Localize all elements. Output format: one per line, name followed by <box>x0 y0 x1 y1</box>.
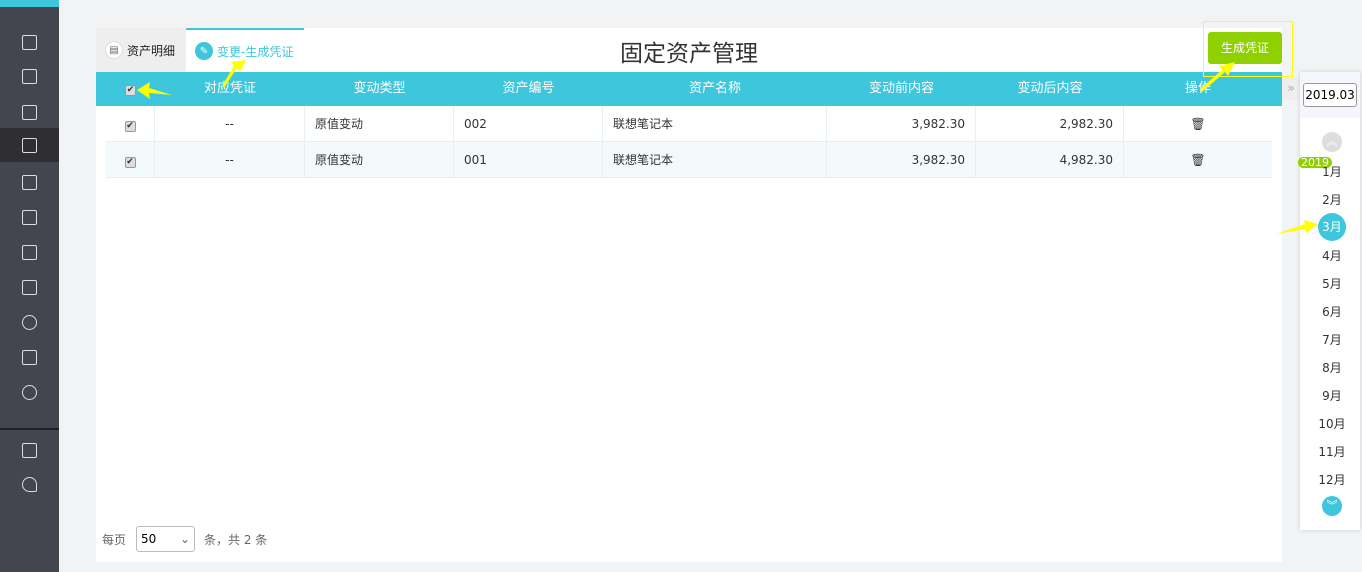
header-after: 变动后内容 <box>1017 81 1083 96</box>
generate-voucher-button[interactable]: 生成凭证 <box>1208 32 1282 64</box>
chevron-down-icon: ⌄ <box>179 532 191 546</box>
collapse-panel-button[interactable]: » <box>1282 78 1300 100</box>
header-before: 变动前内容 <box>868 81 934 96</box>
period-input[interactable]: 2019.03 <box>1303 83 1357 107</box>
chart-icon[interactable] <box>0 95 59 129</box>
cell-voucher: -- <box>155 142 305 178</box>
per-page-select[interactable]: 50 ⌄ <box>136 526 196 552</box>
invoice-icon[interactable] <box>0 59 59 93</box>
coins-icon[interactable] <box>0 305 59 339</box>
edit-icon: ✎ <box>195 42 213 60</box>
building-icon[interactable] <box>0 128 59 162</box>
cell-before: 3,982.30 <box>827 106 976 142</box>
cell-after: 4,982.30 <box>976 142 1124 178</box>
month-11[interactable]: 11月 <box>1300 443 1362 460</box>
table-header: ✔ 对应凭证 变动类型 资产编号 资产名称 变动前内容 变动后内容 操作 <box>96 72 1282 106</box>
row-checkbox[interactable]: ✔ <box>106 142 155 178</box>
export-icon[interactable] <box>0 340 59 374</box>
scroll-up-icon[interactable]: ︽ <box>1322 132 1342 152</box>
month-3[interactable]: 3月 <box>1318 213 1346 241</box>
scroll-down-icon[interactable]: ︾ <box>1322 496 1342 516</box>
report-icon[interactable] <box>0 270 59 304</box>
month-12[interactable]: 12月 <box>1300 471 1362 488</box>
select-all-checkbox[interactable]: ✔ <box>106 72 155 106</box>
total-count: 条，共 2 条 <box>204 532 268 547</box>
cell-name: 联想笔记本 <box>603 142 827 178</box>
main-panel: 固定资产管理 ▤ 资产明细 ✎ 变更-生成凭证 ✔ 对应凭证 变动类型 资产编号 资… <box>96 28 1282 562</box>
calendar-icon[interactable] <box>0 165 59 199</box>
list-icon: ▤ <box>105 41 123 59</box>
delete-icon[interactable]: 🗑 <box>1124 142 1272 178</box>
header-code: 资产编号 <box>502 81 555 96</box>
tab-asset-detail[interactable]: ▤ 资产明细 <box>96 28 186 72</box>
month-4[interactable]: 4月 <box>1300 247 1362 264</box>
period-panel: 2019.03 ︽ 2019 1月 2月 3月 4月 5月 6月 7月 8月 9… <box>1298 72 1362 530</box>
cell-type: 原值变动 <box>305 106 454 142</box>
cell-voucher: -- <box>155 106 305 142</box>
pagination: 每页 50 ⌄ 条，共 2 条 <box>102 526 267 552</box>
sidebar <box>0 0 59 572</box>
cell-name: 联想笔记本 <box>603 106 827 142</box>
table-row: ✔ -- 原值变动 001 联想笔记本 3,982.30 4,982.30 🗑 <box>106 142 1272 178</box>
header-voucher: 对应凭证 <box>203 81 256 96</box>
month-7[interactable]: 7月 <box>1300 331 1362 348</box>
video-icon[interactable] <box>0 433 59 467</box>
receipt-icon[interactable] <box>0 235 59 269</box>
month-6[interactable]: 6月 <box>1300 303 1362 320</box>
header-name: 资产名称 <box>688 81 741 96</box>
cell-type: 原值变动 <box>305 142 454 178</box>
cloud-icon[interactable] <box>0 467 59 501</box>
delete-icon[interactable]: 🗑 <box>1124 106 1272 142</box>
sidebar-top-bar <box>0 0 59 7</box>
table-row: ✔ -- 原值变动 002 联想笔记本 3,982.30 2,982.30 🗑 <box>106 106 1272 142</box>
tab-label: 资产明细 <box>127 43 176 58</box>
cell-code: 002 <box>454 106 603 142</box>
tab-label: 变更-生成凭证 <box>217 44 294 59</box>
month-5[interactable]: 5月 <box>1300 275 1362 292</box>
row-checkbox[interactable]: ✔ <box>106 106 155 142</box>
cell-before: 3,982.30 <box>827 142 976 178</box>
list-icon[interactable] <box>0 25 59 59</box>
per-page-label: 每页 <box>102 532 127 547</box>
month-8[interactable]: 8月 <box>1300 359 1362 376</box>
cell-after: 2,982.30 <box>976 106 1124 142</box>
sidebar-divider <box>0 428 59 430</box>
gear-icon[interactable] <box>0 375 59 409</box>
header-action: 操作 <box>1184 81 1211 96</box>
tab-change-voucher[interactable]: ✎ 变更-生成凭证 <box>186 28 304 72</box>
cell-code: 001 <box>454 142 603 178</box>
month-9[interactable]: 9月 <box>1300 387 1362 404</box>
month-2[interactable]: 2月 <box>1300 191 1362 208</box>
per-page-value: 50 <box>141 532 157 546</box>
month-10[interactable]: 10月 <box>1300 415 1362 432</box>
voucher-icon[interactable] <box>0 200 59 234</box>
header-type: 变动类型 <box>353 81 406 96</box>
month-1[interactable]: 1月 <box>1300 163 1362 180</box>
